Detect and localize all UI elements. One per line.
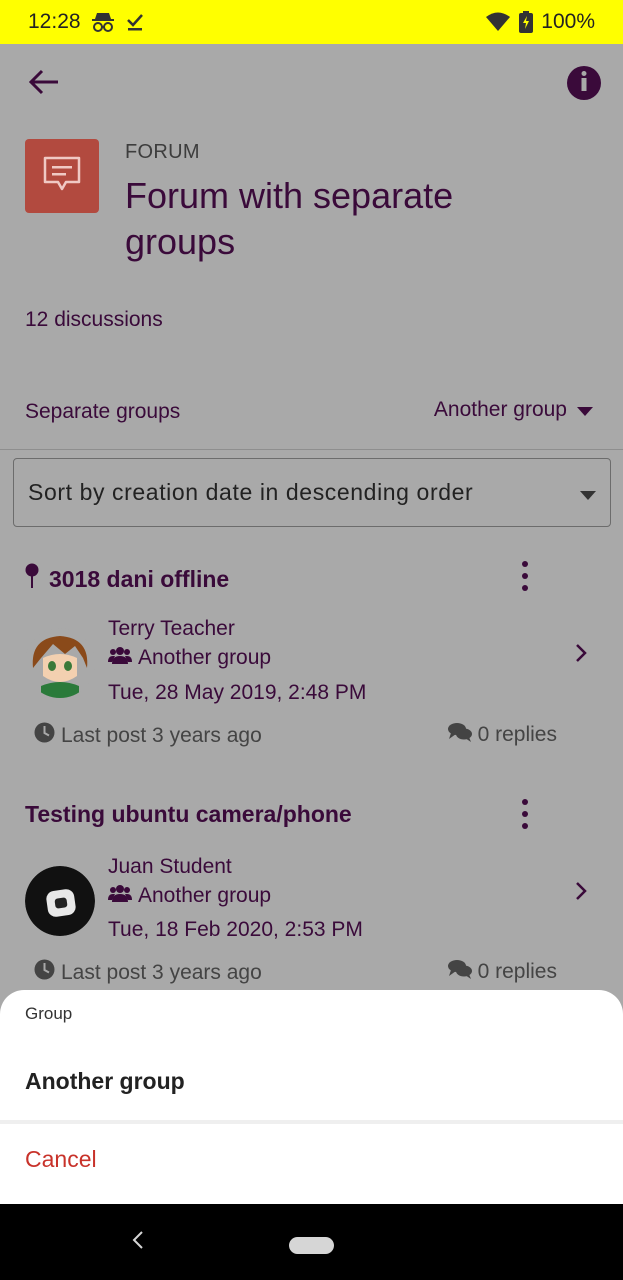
wifi-icon [485,12,511,32]
battery-level: 100% [541,10,595,33]
discussion-group-name: Another group [138,884,272,907]
discussion-item[interactable]: 3018 dani offline Terry Teacher Another … [0,558,623,758]
info-button[interactable] [567,66,601,100]
discussion-group: Another group [108,884,271,908]
group-selector-value: Another group [433,398,567,421]
group-picker-sheet: Group Another group Cancel [0,990,623,1204]
last-post-text: Last post 3 years ago [61,960,262,984]
last-post-info: Last post 3 years ago [34,959,262,986]
last-post-text: Last post 3 years ago [61,723,262,747]
clock-icon [34,722,55,749]
page-title: Forum with separate groups [125,175,454,262]
pin-icon [25,563,39,595]
cancel-button[interactable]: Cancel [0,1124,623,1194]
arrow-left-icon [28,68,60,101]
battery-charging-icon [519,11,534,33]
avatar [25,628,95,698]
replies-info: 0 replies [447,959,557,985]
nav-home-pill[interactable] [289,1237,334,1254]
sort-order-value: Sort by creation date in descending orde… [28,479,474,505]
app-header [0,44,623,124]
discussion-group-name: Another group [138,646,272,669]
more-vertical-icon [522,560,528,597]
discussion-title-row: 3018 dani offline [25,563,229,595]
author-name: Juan Student [108,855,232,878]
incognito-icon [91,11,115,33]
caret-down-icon [580,479,596,506]
discussion-group: Another group [108,646,271,670]
users-icon [108,646,132,670]
more-options-button[interactable] [513,558,537,598]
chevron-left-icon [132,1230,144,1255]
forum-chat-icon [42,155,82,198]
discussion-item[interactable]: Testing ubuntu camera/phone Juan Student… [0,796,623,996]
avatar [25,866,95,936]
groups-label: Separate groups [25,400,181,423]
sort-order-select[interactable]: Sort by creation date in descending orde… [13,458,611,527]
forum-icon-tile [25,139,99,213]
chevron-right-icon [571,876,591,906]
discussion-date: Tue, 28 May 2019, 2:48 PM [108,681,367,704]
groups-row: Separate groups Another group [0,380,623,450]
nav-back-button[interactable] [126,1228,150,1256]
discussion-title: Testing ubuntu camera/phone [25,801,352,827]
replies-info: 0 replies [447,722,557,748]
sheet-title: Group [25,1004,73,1023]
comments-icon [447,722,472,748]
comments-icon [447,959,472,985]
caret-down-icon [577,398,593,422]
users-icon [108,884,132,908]
replies-text: 0 replies [477,723,557,746]
author-name: Terry Teacher [108,617,235,640]
replies-text: 0 replies [477,960,557,983]
download-done-icon [125,12,145,32]
more-options-button[interactable] [513,796,537,836]
group-option-another-group[interactable]: Another group [0,1042,623,1120]
more-vertical-icon [522,798,528,835]
discussion-title-row: Testing ubuntu camera/phone [25,801,352,828]
chevron-right-icon [571,638,591,668]
status-time: 12:28 [28,10,81,33]
status-bar: 12:28 100% [0,0,623,44]
info-icon [580,70,588,96]
clock-icon [34,959,55,986]
discussions-count: 12 discussions [25,308,163,331]
last-post-info: Last post 3 years ago [34,722,262,749]
system-nav-bar [0,1204,623,1280]
module-type-label: FORUM [125,141,200,163]
discussion-date: Tue, 18 Feb 2020, 2:53 PM [108,918,363,941]
discussion-title: 3018 dani offline [49,565,230,592]
group-selector[interactable]: Another group [434,398,593,422]
back-button[interactable] [24,64,64,104]
